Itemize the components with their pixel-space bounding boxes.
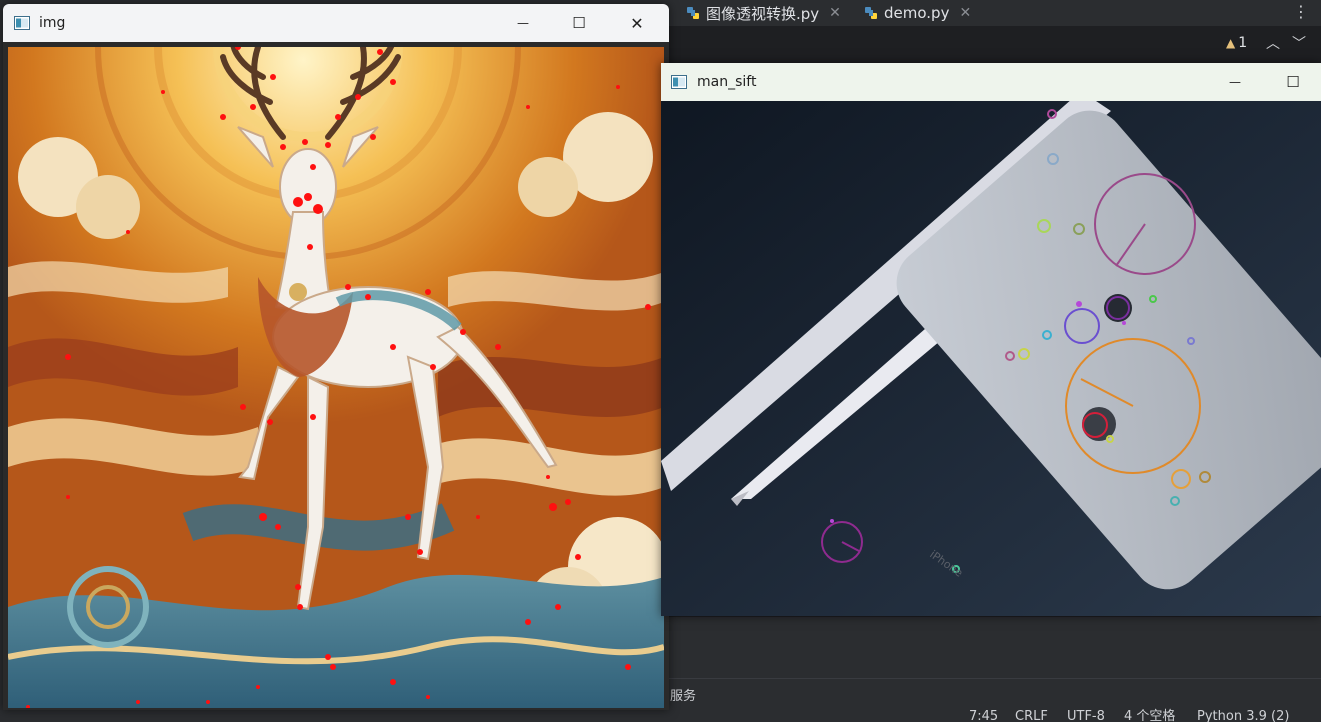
services-label[interactable]: 服务 (670, 685, 696, 704)
window-app-icon (671, 75, 687, 89)
close-button[interactable]: ✕ (617, 10, 657, 36)
more-options-icon[interactable]: ⋮ (1293, 0, 1309, 24)
window-title: man_sift (697, 74, 757, 90)
maximize-button[interactable]: ☐ (1273, 69, 1313, 95)
chevron-down-icon[interactable]: ﹀ (1292, 33, 1306, 53)
phone-sift-image: iPhone (661, 101, 1321, 616)
caret-position[interactable]: 7:45 (969, 709, 998, 722)
minimize-button[interactable]: — (1215, 69, 1255, 95)
tab-image-perspective[interactable]: 图像透视转换.py ✕ (686, 2, 841, 24)
img-titlebar[interactable]: img — ☐ ✕ (3, 4, 669, 42)
maximize-button[interactable]: ☐ (559, 10, 599, 36)
window-title: img (39, 15, 66, 31)
image-canvas[interactable] (8, 47, 664, 708)
warning-count: 1 (1238, 35, 1248, 51)
chevron-up-icon[interactable]: ︿ (1266, 33, 1280, 53)
tool-window-panel (668, 616, 1321, 679)
tab-demo[interactable]: demo.py ✕ (864, 2, 971, 24)
line-ending[interactable]: CRLF (1015, 709, 1048, 722)
man-sift-window: man_sift — ☐ iPhone (661, 63, 1321, 616)
minimize-button[interactable]: — (503, 10, 543, 36)
warning-indicator[interactable]: ▲ 1 (1226, 35, 1247, 51)
img-window: img — ☐ ✕ (3, 4, 669, 710)
image-canvas[interactable]: iPhone (661, 101, 1321, 616)
file-encoding[interactable]: UTF-8 (1067, 709, 1105, 722)
deer-keypoints-image (8, 47, 664, 708)
tab-label: 图像透视转换.py (706, 4, 820, 23)
tab-label: demo.py (884, 4, 950, 22)
status-bar: 7:45 CRLF UTF-8 4 个空格 Python 3.9 (2) (0, 708, 1321, 722)
close-tab-icon[interactable]: ✕ (829, 5, 841, 21)
python-file-icon (687, 7, 699, 19)
indent-setting[interactable]: 4 个空格 (1124, 709, 1175, 722)
editor-tab-bar: 图像透视转换.py ✕ demo.py ✕ ⋮ (668, 0, 1321, 27)
warning-icon: ▲ (1226, 36, 1236, 50)
man-sift-titlebar[interactable]: man_sift — ☐ (661, 63, 1321, 101)
python-file-icon (865, 7, 877, 19)
services-bar (668, 678, 1321, 709)
close-tab-icon[interactable]: ✕ (959, 5, 971, 21)
python-interpreter[interactable]: Python 3.9 (2) (1197, 709, 1289, 722)
window-app-icon (14, 16, 30, 30)
